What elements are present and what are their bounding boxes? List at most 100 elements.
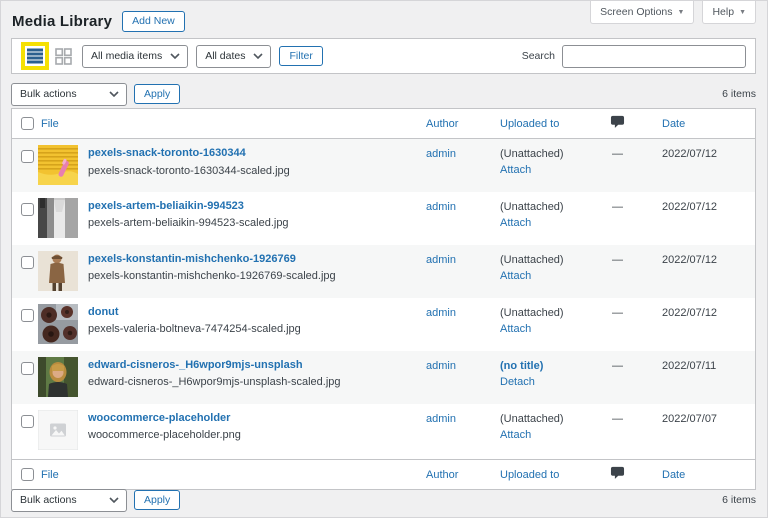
- author-link[interactable]: admin: [426, 148, 456, 160]
- media-filename: pexels-valeria-boltneva-7474254-scaled.j…: [88, 323, 301, 335]
- bulk-actions-value: Bulk actions: [20, 494, 77, 506]
- screen-options-label: Screen Options: [600, 6, 672, 18]
- bulk-actions-select[interactable]: Bulk actions: [11, 83, 127, 106]
- media-type-filter-select[interactable]: All media items: [82, 45, 188, 68]
- column-footer-author[interactable]: Author: [426, 469, 458, 481]
- uploaded-to-status: (Unattached): [500, 413, 564, 425]
- tablenav-top: Bulk actions Apply 6 items: [11, 82, 756, 106]
- row-checkbox[interactable]: [21, 150, 34, 163]
- media-type-filter-value: All media items: [91, 50, 162, 62]
- add-new-button[interactable]: Add New: [122, 11, 185, 32]
- upload-date: 2022/07/12: [662, 192, 755, 245]
- author-link[interactable]: admin: [426, 413, 456, 425]
- comment-count: —: [606, 307, 623, 319]
- column-header-file[interactable]: File: [41, 118, 59, 130]
- table-header-row: File Author Uploaded to Date: [12, 109, 755, 139]
- search-input[interactable]: [562, 45, 746, 68]
- author-link[interactable]: admin: [426, 254, 456, 266]
- media-title-link[interactable]: pexels-artem-beliaikin-994523: [88, 200, 244, 212]
- media-title-link[interactable]: edward-cisneros-_H6wpor9mjs-unsplash: [88, 359, 303, 371]
- bulk-actions-select[interactable]: Bulk actions: [11, 489, 127, 512]
- upload-date: 2022/07/11: [662, 351, 755, 404]
- media-title-link[interactable]: pexels-snack-toronto-1630344: [88, 147, 246, 159]
- column-footer-uploaded-to[interactable]: Uploaded to: [500, 469, 559, 481]
- attach-link[interactable]: Attach: [500, 323, 606, 335]
- row-checkbox[interactable]: [21, 415, 34, 428]
- upload-date: 2022/07/07: [662, 404, 755, 460]
- uploaded-to-status: (Unattached): [500, 201, 564, 213]
- media-filename: edward-cisneros-_H6wpor9mjs-unsplash-sca…: [88, 376, 341, 388]
- filter-button[interactable]: Filter: [279, 46, 322, 67]
- chevron-down-icon: [253, 53, 263, 59]
- grid-view-icon[interactable]: [55, 48, 72, 65]
- media-filename: pexels-artem-beliaikin-994523-scaled.jpg: [88, 217, 289, 229]
- upload-date: 2022/07/12: [662, 298, 755, 351]
- select-all-checkbox[interactable]: [21, 468, 34, 481]
- chevron-down-icon: ▼: [739, 9, 746, 16]
- table-footer-row: File Author Uploaded to Date: [12, 460, 755, 490]
- chevron-down-icon: [170, 53, 180, 59]
- table-row: donut pexels-valeria-boltneva-7474254-sc…: [12, 298, 755, 351]
- chevron-down-icon: [109, 497, 119, 503]
- thumbnail[interactable]: [38, 145, 78, 185]
- page-header: Media Library Add New: [12, 11, 185, 32]
- attach-link[interactable]: Attach: [500, 429, 606, 441]
- tablenav-bottom: Bulk actions Apply 6 items: [11, 488, 756, 512]
- media-library-page: Media Library Add New Screen Options ▼ H…: [0, 0, 768, 518]
- media-title-link[interactable]: woocommerce-placeholder: [88, 412, 230, 424]
- attach-link[interactable]: Attach: [500, 270, 606, 282]
- upload-date: 2022/07/12: [662, 139, 755, 192]
- detach-link[interactable]: Detach: [500, 376, 606, 388]
- attach-link[interactable]: Attach: [500, 217, 606, 229]
- row-checkbox[interactable]: [21, 362, 34, 375]
- upload-date: 2022/07/12: [662, 245, 755, 298]
- items-count: 6 items: [722, 88, 756, 100]
- media-filename: pexels-konstantin-mishchenko-1926769-sca…: [88, 270, 336, 282]
- thumbnail[interactable]: [38, 304, 78, 344]
- table-row: edward-cisneros-_H6wpor9mjs-unsplash edw…: [12, 351, 755, 404]
- column-footer-date[interactable]: Date: [662, 469, 685, 481]
- thumbnail[interactable]: [38, 198, 78, 238]
- column-header-date[interactable]: Date: [662, 118, 685, 130]
- date-filter-select[interactable]: All dates: [196, 45, 271, 68]
- column-header-author[interactable]: Author: [426, 118, 458, 130]
- select-all-checkbox[interactable]: [21, 117, 34, 130]
- uploaded-to-status: (Unattached): [500, 148, 564, 160]
- list-view-icon[interactable]: [26, 47, 44, 65]
- apply-button[interactable]: Apply: [134, 490, 180, 511]
- row-checkbox[interactable]: [21, 309, 34, 322]
- column-footer-file[interactable]: File: [41, 469, 59, 481]
- thumbnail[interactable]: [38, 357, 78, 397]
- row-checkbox[interactable]: [21, 256, 34, 269]
- highlight-annotation: [21, 42, 49, 70]
- bulk-actions-value: Bulk actions: [20, 88, 77, 100]
- chevron-down-icon: [109, 91, 119, 97]
- media-filename: woocommerce-placeholder.png: [88, 429, 241, 441]
- items-count: 6 items: [722, 494, 756, 506]
- media-list-table: File Author Uploaded to Date: [11, 108, 756, 490]
- screen-options-button[interactable]: Screen Options ▼: [590, 1, 694, 24]
- author-link[interactable]: admin: [426, 307, 456, 319]
- table-row: pexels-artem-beliaikin-994523 pexels-art…: [12, 192, 755, 245]
- author-link[interactable]: admin: [426, 201, 456, 213]
- apply-button[interactable]: Apply: [134, 84, 180, 105]
- media-filename: pexels-snack-toronto-1630344-scaled.jpg: [88, 165, 290, 177]
- media-filter-bar: All media items All dates Filter Search: [11, 38, 756, 74]
- chevron-down-icon: ▼: [678, 9, 685, 16]
- row-checkbox[interactable]: [21, 203, 34, 216]
- page-title: Media Library: [12, 13, 112, 30]
- media-title-link[interactable]: donut: [88, 306, 119, 318]
- uploaded-to-status: (Unattached): [500, 307, 564, 319]
- media-title-link[interactable]: pexels-konstantin-mishchenko-1926769: [88, 253, 296, 265]
- uploaded-to-post-link[interactable]: (no title): [500, 360, 543, 372]
- comment-count: —: [606, 360, 623, 372]
- help-button[interactable]: Help ▼: [702, 1, 756, 24]
- table-row: pexels-konstantin-mishchenko-1926769 pex…: [12, 245, 755, 298]
- thumbnail[interactable]: [38, 251, 78, 291]
- comment-bubble-icon: [610, 471, 625, 483]
- thumbnail[interactable]: [38, 410, 78, 450]
- author-link[interactable]: admin: [426, 360, 456, 372]
- column-header-uploaded-to[interactable]: Uploaded to: [500, 118, 559, 130]
- attach-link[interactable]: Attach: [500, 164, 606, 176]
- comment-count: —: [606, 413, 623, 425]
